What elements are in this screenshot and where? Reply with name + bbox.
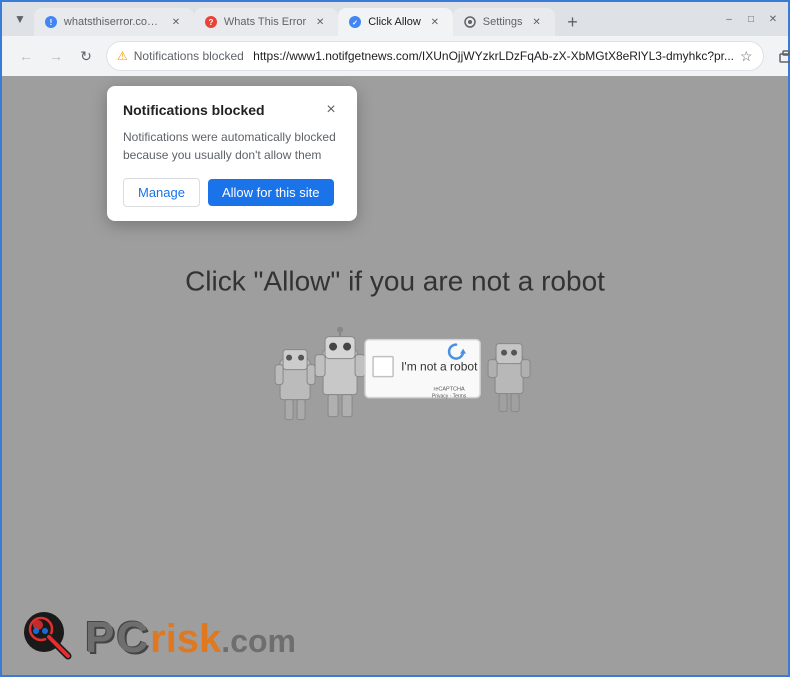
url-security-label: Notifications blocked https://www1.notif… [134,49,734,63]
window-controls: – □ ✕ [722,12,780,26]
svg-text:✓: ✓ [352,20,358,27]
notification-close-button[interactable]: × [321,100,341,120]
new-tab-button[interactable]: + [559,8,587,36]
tab4-favicon [463,15,477,29]
svg-text:?: ? [208,18,213,27]
pcrisk-pc-text: PC [85,613,150,663]
pcrisk-icon [22,610,77,665]
minimize-button[interactable]: – [722,12,736,26]
tab-bar: ! whatsthiserror.com/b... ✕ ? Whats This… [34,2,710,36]
notification-popup: Notifications blocked × Notifications we… [107,86,357,221]
tab2-label: Whats This Error [224,16,306,28]
tab2-close[interactable]: ✕ [312,14,328,30]
toolbar-icons [772,42,790,70]
tab-settings[interactable]: Settings ✕ [453,8,555,36]
url-bar[interactable]: ⚠ Notifications blocked https://www1.not… [106,41,764,71]
tab-whatsthiserror[interactable]: ! whatsthiserror.com/b... ✕ [34,8,194,36]
pcrisk-text: PC risk .com [85,613,296,663]
security-icon: ⚠ [117,49,128,63]
tab3-label: Click Allow [368,16,421,28]
browser-window: ▼ ! whatsthiserror.com/b... ✕ [0,0,790,677]
notification-message: Notifications were automatically blocked… [123,128,341,164]
tab1-label: whatsthiserror.com/b... [64,16,162,28]
address-bar: ← → ↻ ⚠ Notifications blocked https://ww… [2,36,788,76]
notification-title: Notifications blocked [123,102,265,118]
tab3-close[interactable]: ✕ [427,14,443,30]
back-button[interactable]: ← [14,44,38,68]
pcrisk-risk-text: risk [150,617,221,662]
tab-click-allow[interactable]: ✓ Click Allow ✕ [338,8,453,36]
forward-button[interactable]: → [44,44,68,68]
reload-button[interactable]: ↻ [74,44,98,68]
tab-whats-this-error[interactable]: ? Whats This Error ✕ [194,8,338,36]
tab1-close[interactable]: ✕ [168,14,184,30]
svg-text:reCAPTCHA: reCAPTCHA [433,386,465,392]
pcrisk-logo: PC risk .com [22,610,296,665]
tab1-favicon: ! [44,15,58,29]
allow-for-site-button[interactable]: Allow for this site [208,179,334,206]
svg-text:Privacy · Terms: Privacy · Terms [432,393,467,399]
tab4-label: Settings [483,16,523,28]
svg-text:I'm not a robot: I'm not a robot [401,359,478,373]
tab4-close[interactable]: ✕ [529,14,545,30]
page-content: Notifications blocked × Notifications we… [2,76,788,675]
tab-strip-left: ▼ [10,12,30,26]
pcrisk-dotcom-text: .com [221,623,296,660]
maximize-button[interactable]: □ [744,12,758,26]
svg-text:!: ! [50,18,53,27]
robots-svg: I'm not a robot reCAPTCHA Privacy · Term… [255,319,535,449]
manage-button[interactable]: Manage [123,178,200,207]
tab3-favicon: ✓ [348,15,362,29]
security-label-text: Notifications blocked [134,49,244,63]
down-arrow-icon[interactable]: ▼ [14,12,26,26]
captcha-container: Click "Allow" if you are not a robot [185,265,605,449]
close-button[interactable]: ✕ [766,12,780,26]
click-allow-heading: Click "Allow" if you are not a robot [185,265,605,297]
url-text-value: https://www1.notifgetnews.com/IXUnOjjWYz… [253,49,734,63]
title-bar: ▼ ! whatsthiserror.com/b... ✕ [2,2,788,36]
notification-header: Notifications blocked × [123,100,341,120]
bookmark-icon[interactable]: ☆ [740,48,753,65]
robots-illustration: I'm not a robot reCAPTCHA Privacy · Term… [255,319,535,449]
notification-buttons: Manage Allow for this site [123,178,341,207]
tab2-favicon: ? [204,15,218,29]
extension-icon[interactable] [772,42,790,70]
nav-buttons: ← → ↻ [14,44,98,68]
